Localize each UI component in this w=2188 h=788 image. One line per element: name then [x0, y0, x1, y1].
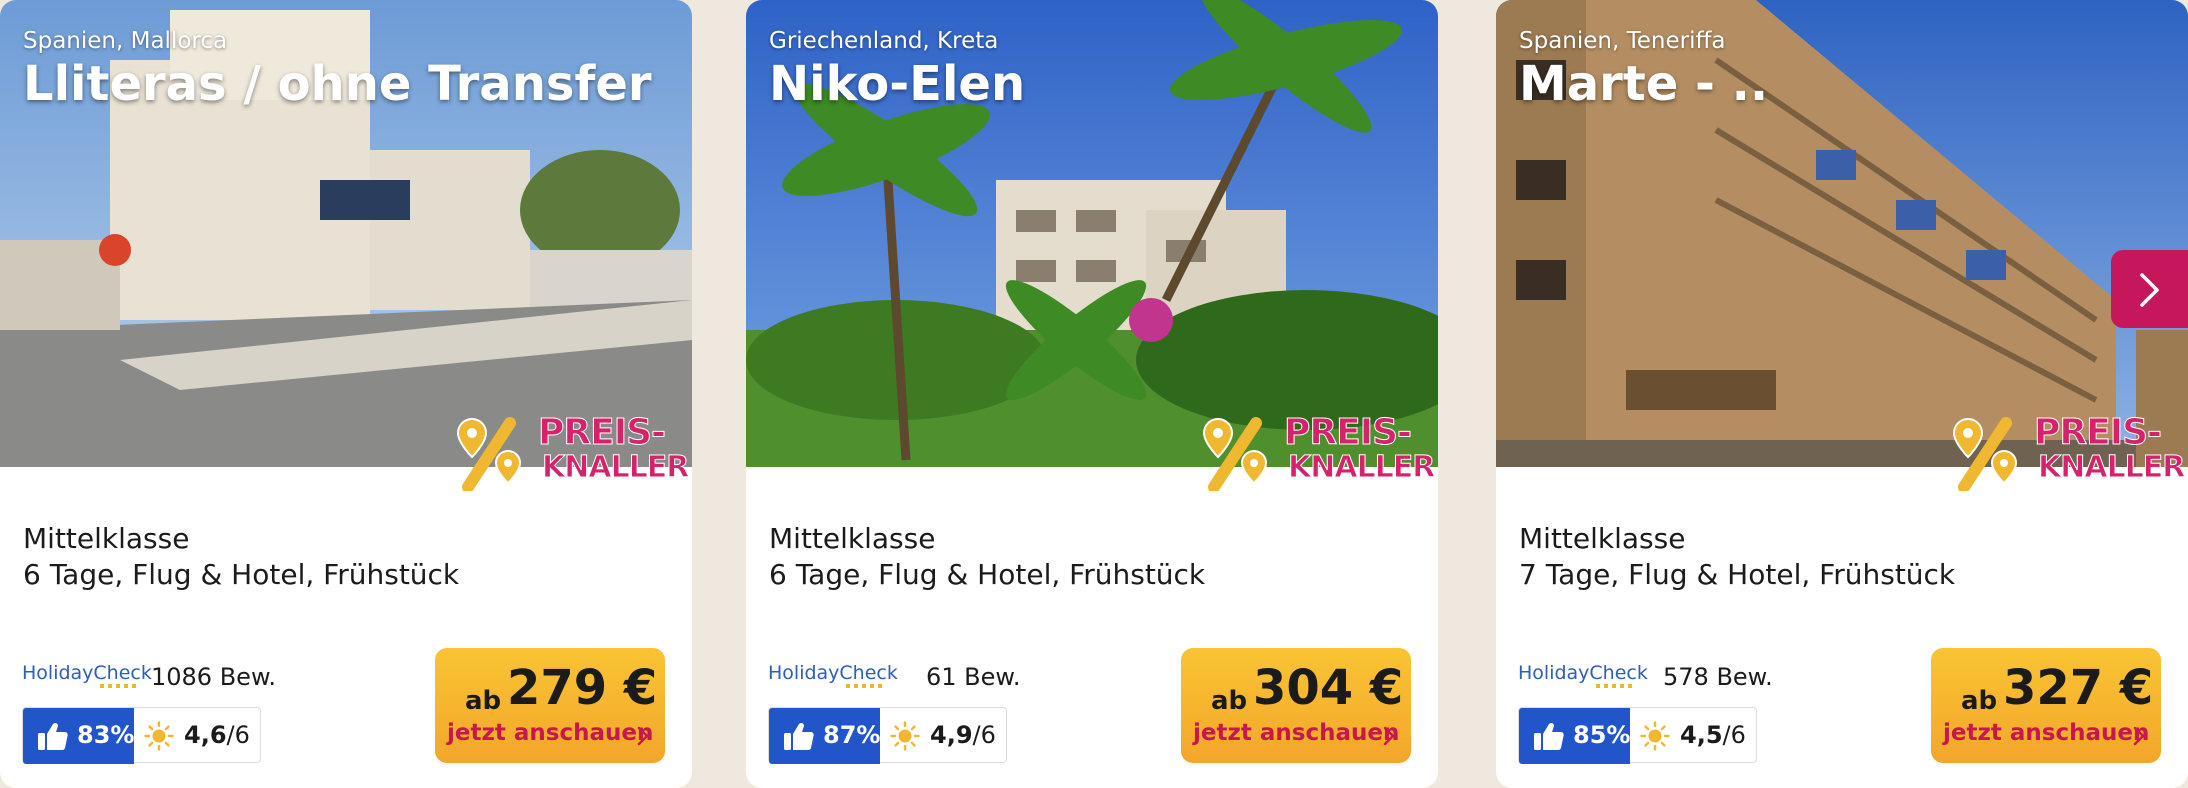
sun-icon: [890, 721, 920, 751]
price-button[interactable]: ab 327 € jetzt anschauen: [1931, 648, 2161, 763]
hotel-name[interactable]: Lliteras / ohne Transfer: [23, 56, 652, 112]
review-count: 61 Bew.: [926, 663, 1021, 691]
holidaycheck-logo: HolidayCheck: [768, 662, 898, 684]
price-prefix: ab: [1211, 686, 1248, 716]
thumbs-up-icon: [1534, 722, 1564, 750]
holidaycheck-dots-icon: [100, 684, 136, 688]
carousel-next-button[interactable]: [2111, 250, 2188, 328]
badge-text-line2: KNALLER!: [541, 450, 692, 485]
price-prefix: ab: [1961, 686, 1998, 716]
hotel-category: Mittelklasse: [769, 522, 936, 555]
price-value: 304 €: [1253, 660, 1404, 716]
holidaycheck-logo: HolidayCheck: [1518, 662, 1648, 684]
price-value: 327 €: [2003, 660, 2154, 716]
rating-box: 87% 4,9/6: [768, 707, 1007, 764]
rating-score-max: /6: [1722, 721, 1746, 749]
hotel-location: Spanien, Mallorca: [23, 28, 228, 54]
hotel-card[interactable]: Griechenland, Kreta Niko-Elen PREIS- KNA…: [746, 0, 1438, 788]
rating-score: 4,9/6: [930, 721, 996, 749]
preisknaller-badge: PREIS- KNALLER!: [1946, 414, 2188, 491]
percent-pin-icon: [456, 417, 522, 491]
hotel-name[interactable]: Marte - ..: [1519, 56, 1768, 112]
price-prefix: ab: [465, 686, 502, 716]
price-button[interactable]: ab 279 € jetzt anschauen: [435, 648, 665, 763]
holidaycheck-dots-icon: [846, 684, 882, 688]
thumbs-up-icon: [784, 722, 814, 750]
chevron-right-icon: [2140, 273, 2159, 307]
cta-label: jetzt anschauen: [1193, 720, 1400, 746]
price-value: 279 €: [507, 660, 658, 716]
trip-details: 6 Tage, Flug & Hotel, Frühstück: [769, 558, 1206, 591]
hotel-name[interactable]: Niko-Elen: [769, 56, 1025, 112]
holidaycheck-logo: HolidayCheck: [22, 662, 152, 684]
trip-details: 7 Tage, Flug & Hotel, Frühstück: [1519, 558, 1956, 591]
hotel-card[interactable]: Spanien, Mallorca Lliteras / ohne Transf…: [0, 0, 692, 788]
hotel-category: Mittelklasse: [23, 522, 190, 555]
recommendation-percent: 85%: [1573, 721, 1631, 749]
trip-details: 6 Tage, Flug & Hotel, Frühstück: [23, 558, 460, 591]
rating-score: 4,6/6: [184, 721, 250, 749]
recommendation-percent: 87%: [823, 721, 881, 749]
rating-score: 4,5/6: [1680, 721, 1746, 749]
preisknaller-badge: PREIS- KNALLER!: [1196, 414, 1438, 491]
chevron-right-icon: [1383, 726, 1395, 746]
sun-icon: [144, 721, 174, 751]
cta-label: jetzt anschauen: [447, 720, 654, 746]
hotel-category: Mittelklasse: [1519, 522, 1686, 555]
rating-score-value: 4,6: [184, 721, 227, 749]
review-count: 578 Bew.: [1663, 663, 1773, 691]
recommendation-badge: 87%: [769, 708, 880, 764]
hotel-card[interactable]: Spanien, Teneriffa Marte - .. PREIS- KNA…: [1496, 0, 2188, 788]
rating-score-value: 4,5: [1680, 721, 1723, 749]
chevron-right-icon: [637, 726, 649, 746]
hotel-location: Griechenland, Kreta: [769, 28, 999, 54]
badge-text-line1: PREIS-: [1283, 412, 1412, 453]
badge-text-line1: PREIS-: [2033, 412, 2162, 453]
recommendation-badge: 83%: [23, 708, 134, 764]
cta-label: jetzt anschauen: [1943, 720, 2150, 746]
rating-box: 83% 4,6/6: [22, 707, 261, 764]
percent-pin-icon: [1202, 417, 1268, 491]
review-count: 1086 Bew.: [151, 663, 276, 691]
rating-box: 85% 4,5/6: [1518, 707, 1757, 764]
recommendation-badge: 85%: [1519, 708, 1630, 764]
hotel-location: Spanien, Teneriffa: [1519, 28, 1726, 54]
percent-pin-icon: [1952, 417, 2018, 491]
rating-score-max: /6: [972, 721, 996, 749]
badge-text-line1: PREIS-: [537, 412, 666, 453]
rating-score-value: 4,9: [930, 721, 973, 749]
chevron-right-icon: [2133, 726, 2145, 746]
price-button[interactable]: ab 304 € jetzt anschauen: [1181, 648, 1411, 763]
recommendation-percent: 83%: [77, 721, 135, 749]
holidaycheck-dots-icon: [1596, 684, 1632, 688]
thumbs-up-icon: [38, 722, 68, 750]
badge-text-line2: KNALLER!: [1287, 450, 1438, 485]
sun-icon: [1640, 721, 1670, 751]
preisknaller-badge: PREIS- KNALLER!: [450, 414, 692, 491]
badge-text-line2: KNALLER!: [2037, 450, 2188, 485]
rating-score-max: /6: [226, 721, 250, 749]
